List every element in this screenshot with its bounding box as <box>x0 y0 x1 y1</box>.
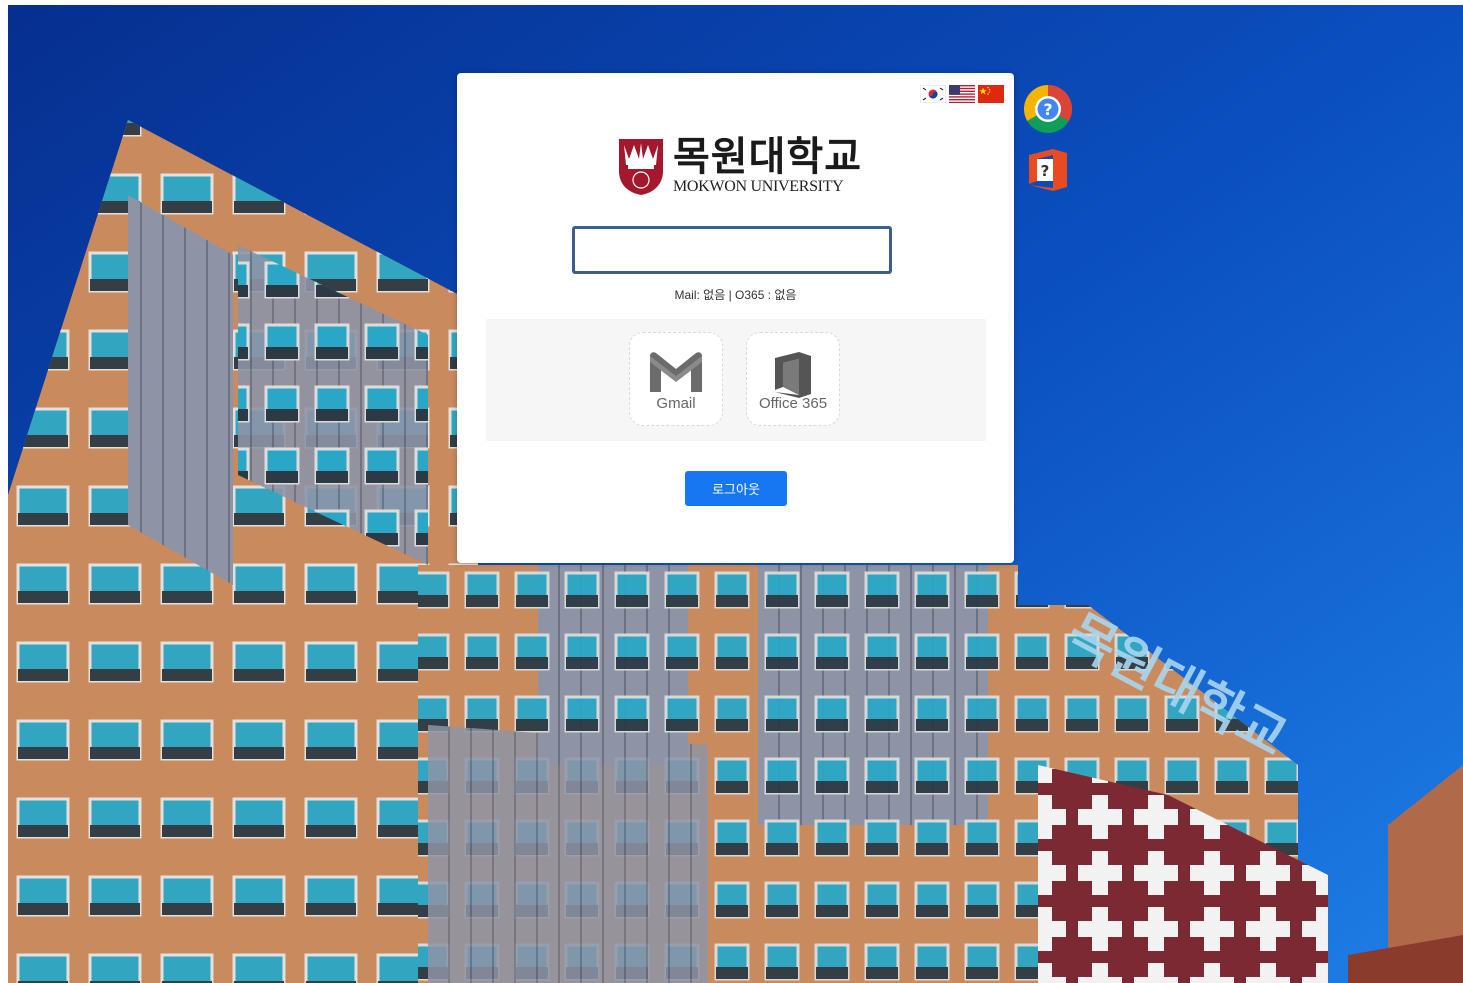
service-panel: Gmail Office 365 <box>486 319 986 441</box>
office-icon <box>775 352 811 398</box>
page: 목원대학교 목원대학교 MOKWON UNIVERSITY Mail: 없음 |… <box>0 0 1463 983</box>
flag-china-icon[interactable] <box>978 85 1004 103</box>
office365-button[interactable]: Office 365 <box>746 332 840 426</box>
account-status-text: Mail: 없음 | O365 : 없음 <box>674 288 797 302</box>
svg-text:?: ? <box>1041 162 1050 180</box>
chrome-help-icon[interactable]: ? <box>1024 85 1072 133</box>
office365-label: Office 365 <box>758 395 828 412</box>
language-selector <box>920 85 1004 103</box>
user-id-field[interactable] <box>572 226 892 274</box>
flag-usa-icon[interactable] <box>949 85 975 103</box>
login-card: 목원대학교 MOKWON UNIVERSITY Mail: 없음 | O365 … <box>457 73 1014 563</box>
gmail-icon <box>650 352 702 392</box>
university-emblem-icon <box>619 139 663 195</box>
university-name-english: MOKWON UNIVERSITY <box>673 178 844 195</box>
logout-button[interactable]: 로그아웃 <box>685 471 787 506</box>
svg-text:?: ? <box>1043 100 1052 119</box>
university-logo: 목원대학교 MOKWON UNIVERSITY <box>615 135 862 197</box>
gmail-label: Gmail <box>656 395 696 412</box>
gmail-button[interactable]: Gmail <box>629 332 723 426</box>
flag-korea-icon[interactable] <box>920 85 946 103</box>
university-name-korean: 목원대학교 <box>673 133 862 180</box>
office-help-icon[interactable]: ? <box>1027 147 1069 193</box>
